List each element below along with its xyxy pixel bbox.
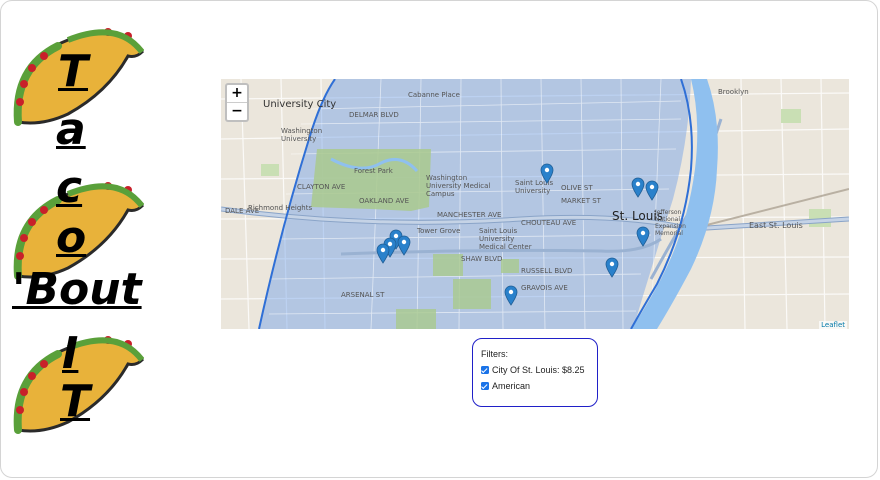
- map-marker[interactable]: [631, 177, 645, 198]
- map-label-cabanne-place: Cabanne Place: [408, 91, 460, 99]
- map-label-east-st-louis: East St. Louis: [749, 221, 803, 230]
- map-label-chouteau-ave: CHOUTEAU AVE: [521, 219, 577, 227]
- map-label-shaw-blvd: SHAW BLVD: [461, 255, 503, 263]
- taco-title-column: T a c o 'Bout I T: [0, 0, 150, 480]
- title-letter: I: [62, 328, 79, 379]
- filters-heading: Filters:: [481, 349, 508, 359]
- map-marker[interactable]: [504, 285, 518, 306]
- map-label-market-st: MARKET ST: [561, 197, 601, 205]
- map-marker[interactable]: [397, 235, 411, 256]
- checkbox[interactable]: [481, 382, 489, 390]
- map-label-brooklyn: Brooklyn: [718, 88, 749, 96]
- map-label-russell-blvd: RUSSELL BLVD: [521, 267, 573, 275]
- map[interactable]: University City Brooklyn Richmond Height…: [221, 79, 849, 329]
- zoom-control: + −: [225, 83, 249, 122]
- title-letter: T: [58, 46, 89, 97]
- map-label-oakland-ave: OAKLAND AVE: [359, 197, 410, 205]
- map-marker[interactable]: [540, 163, 554, 184]
- filter-row-american[interactable]: American: [481, 381, 589, 391]
- map-marker[interactable]: [645, 180, 659, 201]
- map-label-arsenal-st: ARSENAL ST: [341, 291, 385, 299]
- map-marker[interactable]: [636, 226, 650, 247]
- filter-label: City Of St. Louis: $8.25: [492, 365, 585, 375]
- checkbox[interactable]: [481, 366, 489, 374]
- title-letter: 'Bout: [12, 264, 142, 315]
- map-label-slu-medical-center: Saint Louis University Medical Center: [479, 227, 532, 251]
- map-label-wu-medical-campus: Washington University Medical Campus: [426, 174, 491, 198]
- map-label-washington-university: Washington University: [281, 127, 323, 143]
- map-label-olive-st: OLIVE ST: [561, 184, 593, 192]
- filters-panel: Filters: City Of St. Louis: $8.25 Americ…: [472, 338, 598, 407]
- map-label-university-city: University City: [263, 99, 337, 110]
- title-letter: T: [60, 376, 91, 427]
- map-label-dale-ave: DALE AVE: [225, 207, 260, 215]
- map-marker[interactable]: [605, 257, 619, 278]
- zoom-in-button[interactable]: +: [227, 85, 247, 102]
- filter-row-city-of-st-louis[interactable]: City Of St. Louis: $8.25: [481, 365, 589, 375]
- title-letter: c: [56, 162, 83, 213]
- title-letter: a: [56, 104, 86, 155]
- map-label-tower-grove: Tower Grove: [417, 227, 461, 235]
- leaflet-attribution-link[interactable]: Leaflet: [819, 321, 847, 329]
- map-marker[interactable]: [376, 243, 390, 264]
- map-label-manchester-ave: MANCHESTER AVE: [437, 211, 502, 219]
- map-label-clayton-ave: CLAYTON AVE: [297, 183, 346, 191]
- map-label-forest-park: Forest Park: [354, 167, 393, 175]
- map-label-delmar-blvd: DELMAR BLVD: [349, 111, 399, 119]
- map-label-gravois-ave: GRAVOIS AVE: [521, 284, 568, 292]
- map-label-jefferson-memorial: Jefferson National Expansion Memorial: [655, 209, 686, 237]
- title-letter: o: [56, 212, 87, 263]
- zoom-out-button[interactable]: −: [227, 102, 247, 120]
- filter-label: American: [492, 381, 531, 391]
